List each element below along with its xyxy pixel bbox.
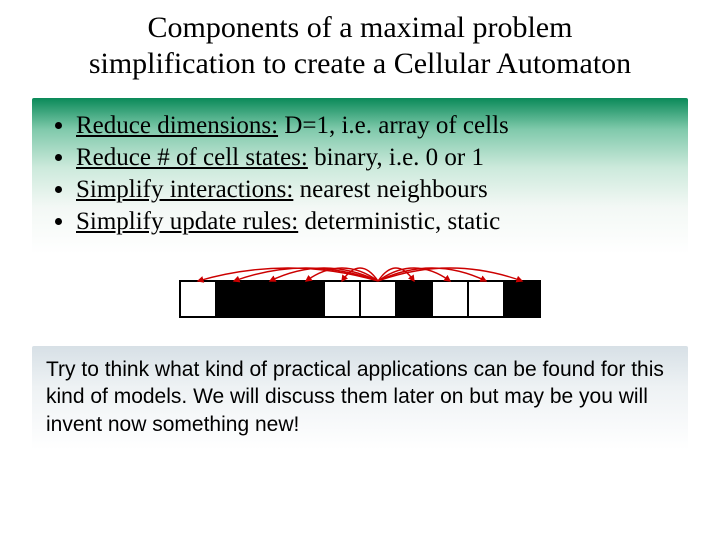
bullet-3: Simplify interactions: nearest neighbour…: [76, 176, 672, 204]
bullet-2-label: Reduce # of cell states:: [76, 144, 308, 171]
bullet-2: Reduce # of cell states: binary, i.e. 0 …: [76, 144, 672, 172]
bullet-2-rest: binary, i.e. 0 or 1: [308, 144, 484, 171]
bullet-4-rest: deterministic, static: [298, 208, 500, 235]
footnote-box: Try to think what kind of practical appl…: [32, 346, 688, 450]
cell-6: [359, 280, 397, 318]
cell-4: [287, 280, 325, 318]
bullet-1: Reduce dimensions: D=1, i.e. array of ce…: [76, 112, 672, 140]
cell-5: [323, 280, 361, 318]
bullet-list-box: Reduce dimensions: D=1, i.e. array of ce…: [32, 98, 688, 254]
cell-7: [395, 280, 433, 318]
cell-2: [215, 280, 253, 318]
slide-title: Components of a maximal problem simplifi…: [0, 0, 720, 94]
cell-8: [431, 280, 469, 318]
bullet-4: Simplify update rules: deterministic, st…: [76, 208, 672, 236]
bullet-3-rest: nearest neighbours: [293, 176, 487, 203]
footnote-text: Try to think what kind of practical appl…: [46, 358, 664, 436]
bullet-3-label: Simplify interactions:: [76, 176, 293, 203]
bullet-1-rest: D=1, i.e. array of cells: [278, 112, 509, 139]
cell-1: [179, 280, 217, 318]
slide: Components of a maximal problem simplifi…: [0, 0, 720, 540]
cell-9: [467, 280, 505, 318]
cell-array: [0, 280, 720, 318]
title-line-2: simplification to create a Cellular Auto…: [89, 47, 631, 80]
bullet-4-label: Simplify update rules:: [76, 208, 298, 235]
cell-10: [503, 280, 541, 318]
cell-3: [251, 280, 289, 318]
bullet-1-label: Reduce dimensions:: [76, 112, 278, 139]
title-line-1: Components of a maximal problem: [148, 11, 573, 44]
